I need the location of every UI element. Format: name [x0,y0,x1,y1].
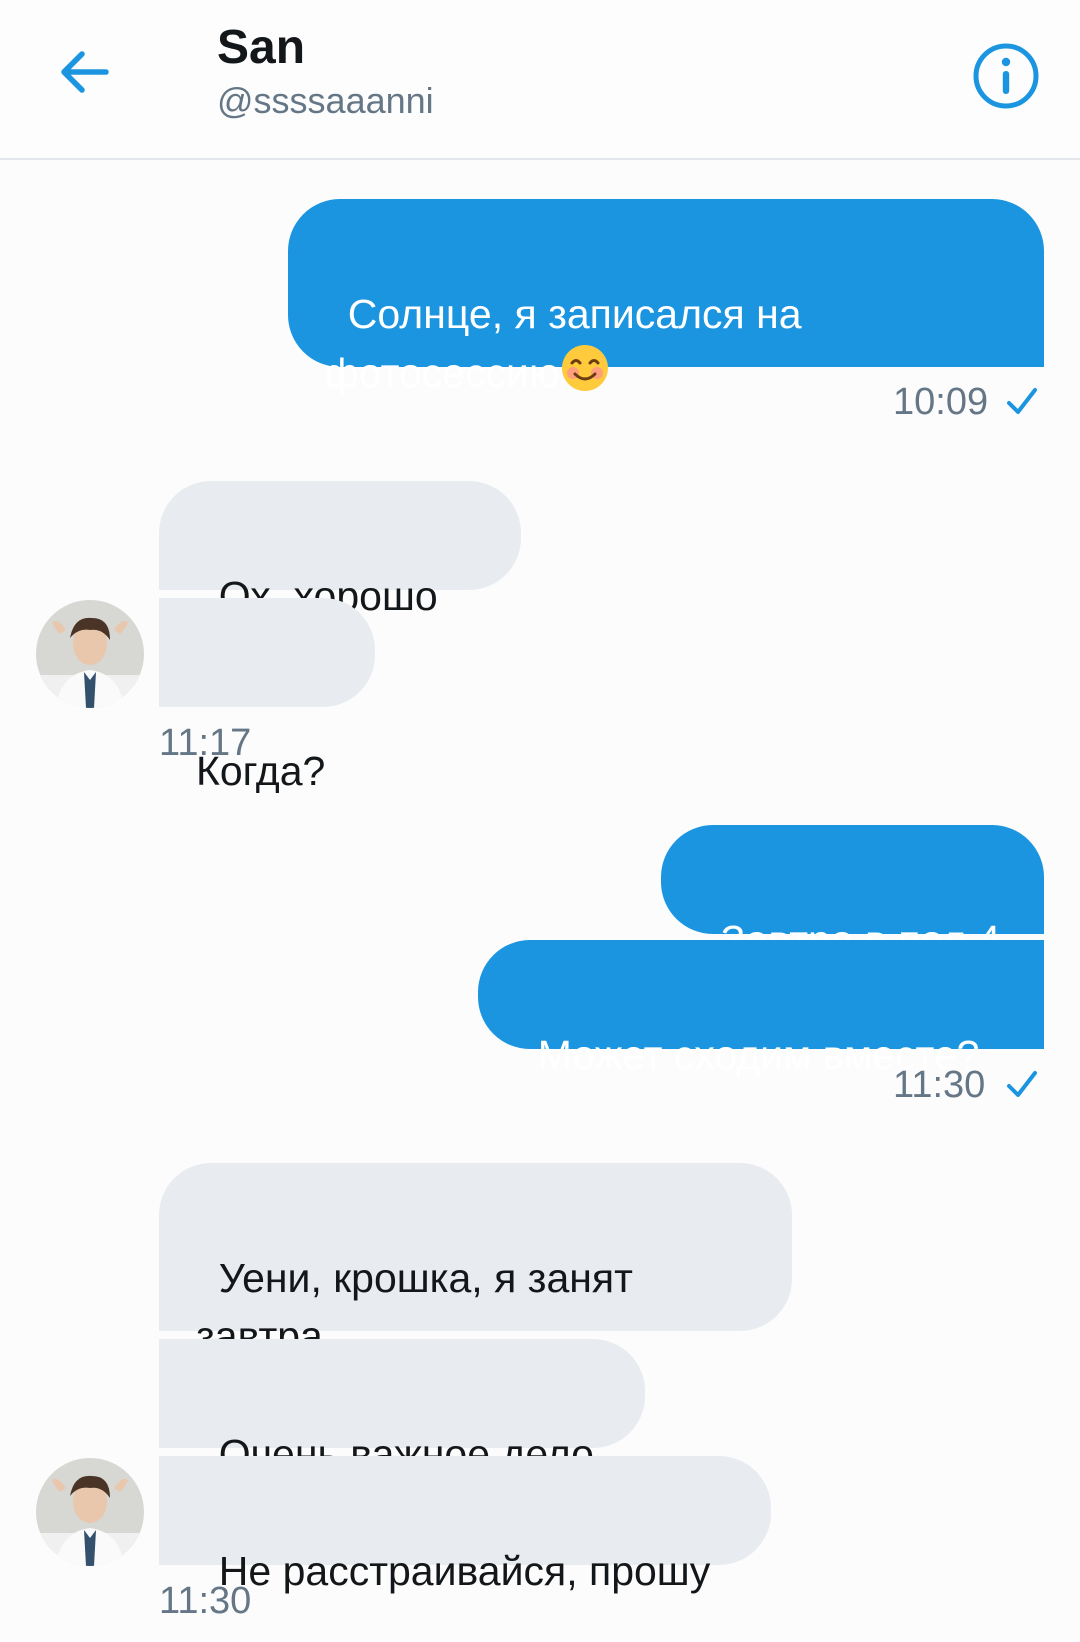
message-timestamp: 11:30 [159,1580,252,1622]
checkmark-icon [1007,1071,1037,1097]
smiling-face-emoji-icon [561,345,608,391]
conversation-header: San @ssssaaanni [0,0,1080,160]
avatar[interactable] [36,600,144,708]
outgoing-message[interactable]: Может сходим вместе? [478,940,1044,1078]
checkmark-icon [1007,388,1037,414]
incoming-message[interactable]: Очень важное дело [159,1339,645,1477]
avatar[interactable] [36,1458,144,1566]
info-button[interactable] [972,42,1040,110]
contact-name[interactable]: San [217,20,305,75]
incoming-message[interactable]: Уени, крошка, я занят завтра [159,1163,792,1359]
outgoing-message[interactable]: Завтра в пол 4 [661,825,1044,963]
message-timestamp: 11:17 [159,722,252,764]
info-icon [973,43,1039,109]
outgoing-message[interactable]: Солнце, я записался на фотосессию [288,199,1044,396]
incoming-message[interactable]: Ох, хорошо [159,481,521,619]
incoming-message[interactable]: Когда? [159,598,375,794]
arrow-left-icon [61,51,109,93]
message-timestamp: 10:09 [893,381,989,423]
avatar-image [36,1458,144,1566]
message-text: Не расстраивайся, прошу [218,1548,711,1594]
avatar-image [36,600,144,708]
back-button[interactable] [52,40,116,104]
contact-handle[interactable]: @ssssaaanni [217,80,434,122]
incoming-message[interactable]: Не расстраивайся, прошу [159,1456,771,1594]
message-timestamp: 11:30 [893,1064,986,1106]
